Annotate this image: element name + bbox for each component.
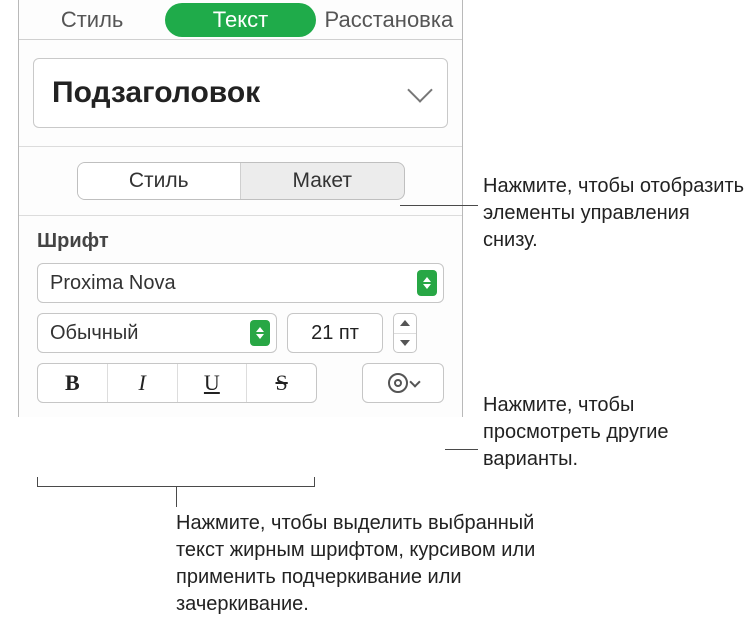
callout-bius: Нажмите, чтобы выделить выбранный текст … <box>176 510 536 618</box>
callout-segmented: Нажмите, чтобы отобразить элементы управ… <box>483 173 745 254</box>
italic-button[interactable]: I <box>107 364 177 402</box>
panel-tabs: Стиль Текст Расстановка <box>19 0 462 40</box>
font-section-label: Шрифт <box>19 216 462 263</box>
chevron-up-icon <box>400 320 410 326</box>
font-family-value: Proxima Nova <box>50 272 176 295</box>
segment-layout[interactable]: Макет <box>240 163 404 199</box>
advanced-options-button[interactable] <box>362 363 444 403</box>
font-face-select[interactable]: Обычный <box>37 313 277 353</box>
font-size-value: 21 пт <box>311 322 359 345</box>
segment-style[interactable]: Стиль <box>78 163 241 199</box>
tab-text[interactable]: Текст <box>165 3 316 37</box>
gear-icon <box>388 373 408 393</box>
callout-line <box>176 487 177 507</box>
tab-arrange[interactable]: Расстановка <box>316 0 462 39</box>
underline-button[interactable]: U <box>177 364 247 402</box>
font-size-stepper[interactable] <box>393 313 417 353</box>
paragraph-style-label: Подзаголовок <box>52 76 260 110</box>
font-family-select[interactable]: Proxima Nova <box>37 263 444 303</box>
updown-icon <box>417 270 437 296</box>
font-size-field[interactable]: 21 пт <box>287 313 383 353</box>
tab-style[interactable]: Стиль <box>19 0 165 39</box>
updown-icon <box>250 320 270 346</box>
chevron-down-icon <box>409 376 420 387</box>
callout-line <box>445 449 478 450</box>
chevron-down-icon <box>407 77 432 102</box>
stepper-up[interactable] <box>394 314 416 333</box>
bold-button[interactable]: B <box>38 364 107 402</box>
style-layout-segmented: Стиль Макет <box>77 162 405 200</box>
callout-bracket <box>37 477 315 487</box>
strikethrough-button[interactable]: S <box>246 364 316 402</box>
callout-more: Нажмите, чтобы просмотреть другие вариан… <box>483 392 733 473</box>
font-face-value: Обычный <box>50 322 138 345</box>
callout-line <box>400 205 478 206</box>
paragraph-style-popup[interactable]: Подзаголовок <box>33 58 448 128</box>
chevron-down-icon <box>400 340 410 346</box>
stepper-down[interactable] <box>394 333 416 353</box>
text-style-group: B I U S <box>37 363 317 403</box>
format-panel: Стиль Текст Расстановка Подзаголовок Сти… <box>18 0 463 417</box>
